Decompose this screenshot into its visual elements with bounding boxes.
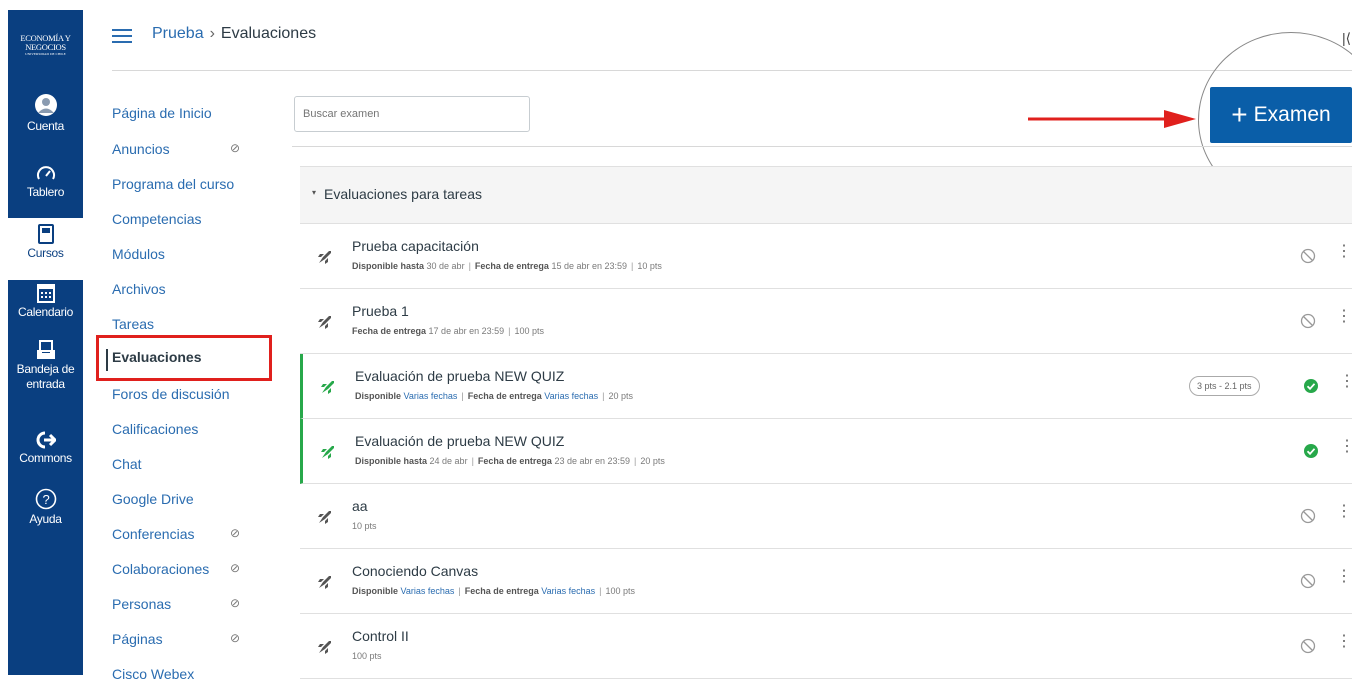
quiz-meta: Disponible hasta 30 de abr | Fecha de entr… (352, 261, 662, 271)
course-nav-collaborations[interactable]: Colaboraciones ⊘ (112, 561, 282, 577)
quiz-row: Prueba 1 Fecha de entrega 17 de abr en 2… (300, 289, 1352, 354)
hamburger-menu-icon[interactable] (112, 29, 132, 43)
published-check-icon[interactable] (1303, 378, 1319, 394)
unpublished-icon[interactable] (1300, 248, 1316, 264)
course-nav-announcements[interactable]: Anuncios ⊘ (112, 141, 282, 157)
calendar-icon (36, 284, 55, 303)
kebab-menu-icon[interactable]: ⋮ (1336, 504, 1352, 520)
quiz-rocket-icon (321, 446, 334, 459)
quiz-rocket-icon (321, 381, 334, 394)
hidden-eye-icon: ⊘ (230, 596, 241, 610)
quiz-meta: 10 pts (352, 521, 377, 531)
course-nav-outcomes[interactable]: Competencias (112, 211, 282, 227)
quiz-row: Prueba capacitación Disponible hasta 30 … (300, 224, 1352, 289)
hidden-eye-icon: ⊘ (230, 526, 241, 540)
caret-down-icon: ▾ (312, 188, 317, 197)
hidden-eye-icon: ⊘ (230, 561, 241, 575)
course-nav-conferences[interactable]: Conferencias ⊘ (112, 526, 282, 542)
nav-account[interactable]: Cuenta (8, 93, 83, 134)
nav-inbox[interactable]: Bandeja de entrada (8, 340, 83, 392)
quiz-title[interactable]: Conociendo Canvas (352, 563, 478, 579)
unpublished-icon[interactable] (1300, 313, 1316, 329)
inbox-icon (36, 340, 55, 359)
commons-icon (36, 431, 56, 449)
unpublished-icon[interactable] (1300, 638, 1316, 654)
divider (292, 146, 1352, 147)
kebab-menu-icon[interactable]: ⋮ (1336, 569, 1352, 585)
quiz-title[interactable]: Prueba 1 (352, 303, 409, 319)
course-nav-syllabus[interactable]: Programa del curso (112, 176, 282, 192)
quiz-rocket-icon (318, 511, 331, 524)
unpublished-icon[interactable] (1300, 508, 1316, 524)
help-icon: ? (35, 488, 56, 510)
courses-icon (37, 224, 54, 244)
breadcrumb: Prueba › Evaluaciones (152, 25, 316, 43)
quiz-meta: Disponible Varias fechas | Fecha de entreg… (352, 586, 636, 596)
kebab-menu-icon[interactable]: ⋮ (1336, 634, 1352, 650)
course-nav-pages[interactable]: Páginas ⊘ (112, 631, 282, 647)
quiz-rocket-icon (318, 641, 331, 654)
quiz-row: Control II 100 pts ⋮ (300, 614, 1352, 679)
quiz-row: Evaluación de prueba NEW QUIZ Disponible… (300, 354, 1352, 419)
search-input[interactable] (294, 96, 530, 132)
nav-dashboard[interactable]: Tablero (8, 165, 83, 200)
quiz-meta: Disponible Varias fechas | Fecha de entreg… (355, 391, 634, 401)
kebab-menu-icon[interactable]: ⋮ (1336, 309, 1352, 325)
quiz-meta: Disponible hasta 24 de abr | Fecha de entr… (355, 456, 665, 466)
course-nav-people[interactable]: Personas ⊘ (112, 596, 282, 612)
course-nav-grades[interactable]: Calificaciones (112, 421, 282, 437)
divider (112, 70, 1352, 71)
course-nav-assignments[interactable]: Tareas (112, 316, 282, 332)
published-check-icon[interactable] (1303, 443, 1319, 459)
institution-logo[interactable]: ECONOMÍA Y NEGOCIOS UNIVERSIDAD DE CHILE (8, 10, 83, 75)
quiz-title[interactable]: Control II (352, 628, 409, 644)
quiz-title[interactable]: aa (352, 498, 368, 514)
quiz-row: Conociendo Canvas Disponible Varias fech… (300, 549, 1352, 614)
quiz-meta: Fecha de entrega 17 de abr en 23:59 | 100 … (352, 326, 544, 336)
course-nav-files[interactable]: Archivos (112, 281, 282, 297)
nav-courses[interactable]: Cursos (8, 218, 83, 280)
course-nav-google-drive[interactable]: Google Drive (112, 491, 282, 507)
assignment-group-header[interactable]: ▾ Evaluaciones para tareas (300, 166, 1352, 224)
kebab-menu-icon[interactable]: ⋮ (1339, 374, 1352, 390)
unpublished-icon[interactable] (1300, 573, 1316, 589)
quiz-rocket-icon (318, 316, 331, 329)
points-range-badge: 3 pts - 2.1 pts (1189, 376, 1260, 396)
nav-help[interactable]: ? Ayuda (8, 488, 83, 527)
collapse-icon[interactable]: |⟨ (1342, 30, 1351, 47)
quiz-title[interactable]: Evaluación de prueba NEW QUIZ (355, 433, 564, 449)
kebab-menu-icon[interactable]: ⋮ (1339, 439, 1352, 455)
hidden-eye-icon: ⊘ (230, 631, 241, 645)
breadcrumb-course-link[interactable]: Prueba (152, 25, 204, 42)
quiz-row: Evaluación de prueba NEW QUIZ Disponible… (300, 419, 1352, 484)
hidden-eye-icon: ⊘ (230, 141, 241, 155)
quiz-title[interactable]: Prueba capacitación (352, 238, 479, 254)
course-nav-discussions[interactable]: Foros de discusión (112, 386, 282, 402)
highlight-box (96, 335, 272, 381)
quiz-rocket-icon (318, 576, 331, 589)
breadcrumb-current: Evaluaciones (220, 25, 317, 42)
quiz-rocket-icon (318, 251, 331, 264)
course-nav-home[interactable]: Página de Inicio (112, 105, 282, 121)
course-nav-cisco-webex[interactable]: Cisco Webex (112, 666, 282, 682)
course-nav-chat[interactable]: Chat (112, 456, 282, 472)
course-nav-modules[interactable]: Módulos (112, 246, 282, 262)
quiz-meta: 100 pts (352, 651, 382, 661)
quiz-title[interactable]: Evaluación de prueba NEW QUIZ (355, 368, 564, 384)
nav-calendar[interactable]: Calendario (8, 283, 83, 320)
global-nav: ECONOMÍA Y NEGOCIOS UNIVERSIDAD DE CHILE… (8, 10, 83, 675)
kebab-menu-icon[interactable]: ⋮ (1336, 244, 1352, 260)
dashboard-icon (36, 166, 55, 180)
account-icon (34, 94, 57, 116)
nav-commons[interactable]: Commons (8, 431, 83, 466)
annotation-arrow (1028, 110, 1196, 128)
quiz-row: aa 10 pts ⋮ (300, 484, 1352, 549)
breadcrumb-separator: › (209, 25, 215, 42)
svg-text:?: ? (42, 492, 49, 507)
